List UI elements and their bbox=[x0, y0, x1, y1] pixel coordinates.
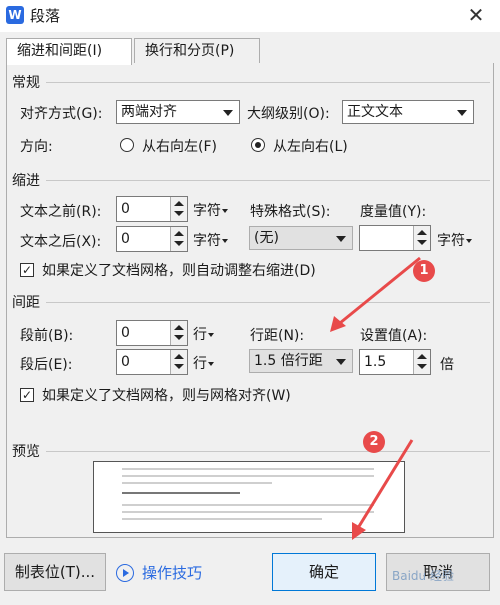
annotation-arrows bbox=[330, 256, 421, 540]
baidu-watermark: Baidu 经验 bbox=[392, 569, 454, 583]
annotation-badge-2: 2 bbox=[363, 431, 385, 453]
annotation-arrow-1 bbox=[339, 256, 421, 325]
annotation-badge-1: 1 bbox=[413, 260, 435, 282]
tab-indent-spacing[interactable]: 缩进和间距(I) bbox=[6, 38, 132, 65]
annotation-arrow-2 bbox=[356, 439, 414, 529]
